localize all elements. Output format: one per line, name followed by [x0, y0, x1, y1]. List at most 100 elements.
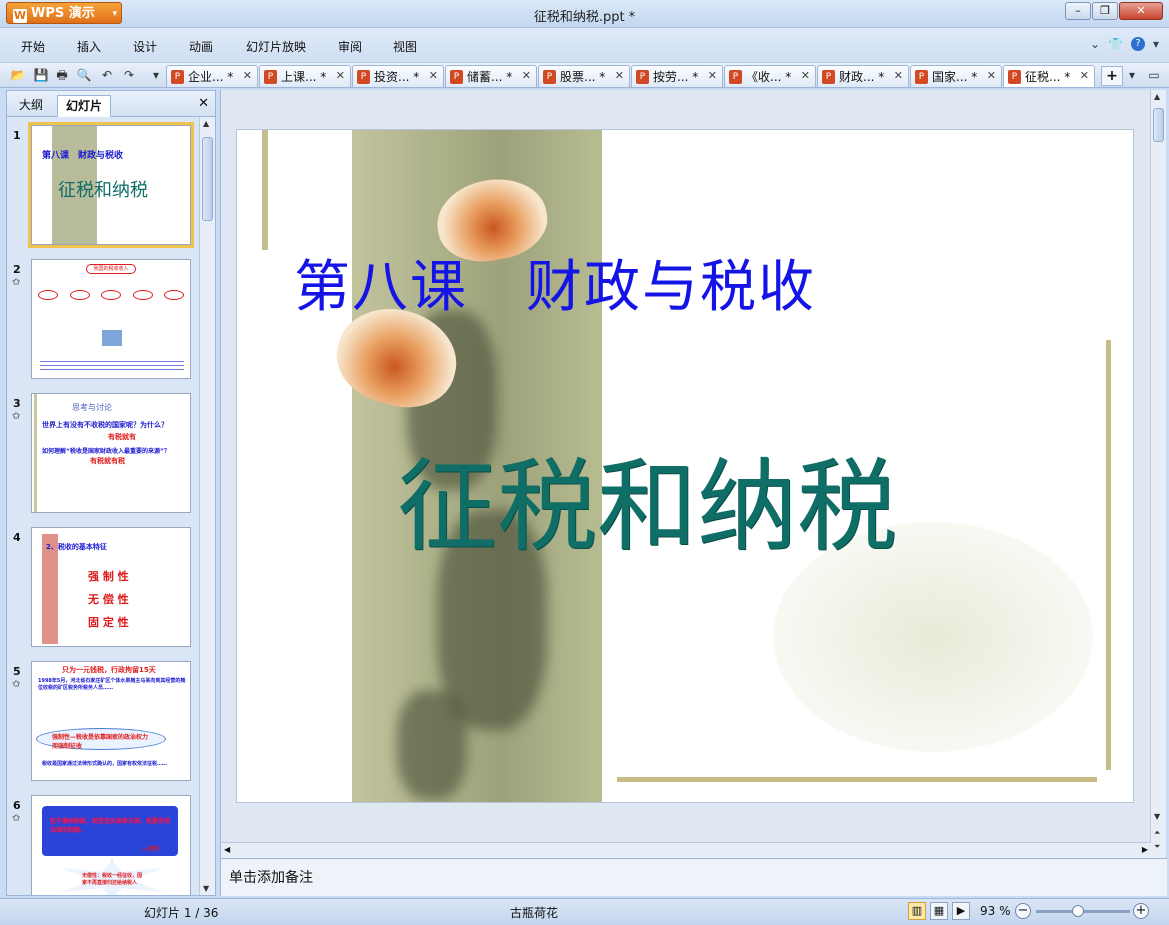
- close-icon[interactable]: ✕: [708, 69, 717, 82]
- presentation-icon: P: [543, 69, 556, 84]
- scroll-right-icon[interactable]: ▶: [1142, 845, 1148, 854]
- presentation-icon: P: [357, 69, 370, 84]
- scroll-up-icon[interactable]: ▲: [1154, 92, 1160, 101]
- close-icon[interactable]: ✕: [198, 96, 209, 111]
- customize-toolbar-icon[interactable]: ▾: [148, 67, 164, 83]
- previous-slide-icon[interactable]: ⏶: [1154, 828, 1160, 838]
- doc-tab[interactable]: P 财政... * ✕: [817, 65, 909, 87]
- doc-tab[interactable]: P 投资... * ✕: [352, 65, 444, 87]
- slide-thumbnail[interactable]: 第八课 财政与税收 征税和纳税: [28, 122, 194, 248]
- menu-view[interactable]: 视图: [393, 38, 417, 55]
- normal-view-icon[interactable]: ▥: [908, 902, 926, 920]
- slideshow-view-icon[interactable]: ▶: [952, 902, 970, 920]
- editor-vertical-scrollbar[interactable]: ▲ ▼ ⏶ ⏷: [1150, 90, 1166, 858]
- minimize-button[interactable]: –: [1065, 2, 1091, 20]
- next-slide-icon[interactable]: ⏷: [1154, 842, 1160, 852]
- editor-horizontal-scrollbar[interactable]: ◀ ▶: [221, 842, 1151, 858]
- animation-star-icon: ✩: [12, 411, 21, 422]
- notes-area[interactable]: 单击添加备注: [221, 858, 1167, 896]
- slide-subtitle[interactable]: 第八课 财政与税收: [294, 242, 816, 323]
- menu-home[interactable]: 开始: [21, 38, 45, 55]
- scroll-up-icon[interactable]: ▲: [203, 119, 209, 128]
- current-slide[interactable]: 第八课 财政与税收 征税和纳税: [237, 130, 1133, 802]
- doc-tab[interactable]: P 股票... * ✕: [538, 65, 630, 87]
- vine-decoration: [262, 130, 268, 250]
- slide-thumbnail-row[interactable]: 5 ✩ 只为一元钱税，行政拘留15天 1998年5月，河北省石家庄矿区个体水果摊…: [7, 661, 199, 787]
- status-bar: 幻灯片 1 / 36 古瓶荷花 ▥ ▦ ▶ 93 % − +: [0, 898, 1169, 925]
- slide-thumbnail[interactable]: 我国的税收收入: [31, 259, 191, 379]
- tab-list-chevron-icon[interactable]: ▾: [1124, 67, 1140, 83]
- doc-tab[interactable]: P 企业... * ✕: [166, 65, 258, 87]
- close-icon[interactable]: ✕: [243, 69, 252, 82]
- menu-insert[interactable]: 插入: [77, 38, 101, 55]
- zoom-slider-handle[interactable]: [1072, 905, 1084, 917]
- slide-thumbnail-row[interactable]: 3 ✩ 思考与讨论 世界上有没有不收税的国家呢？为什么？ 有税就有 如何理解“税…: [7, 393, 199, 519]
- zoom-out-button[interactable]: −: [1015, 903, 1031, 919]
- save-icon[interactable]: 💾: [33, 67, 49, 83]
- slide-thumbnail[interactable]: 思考与讨论 世界上有没有不收税的国家呢？为什么？ 有税就有 如何理解“税收是国家…: [31, 393, 191, 513]
- presentation-icon: P: [636, 69, 649, 84]
- close-icon[interactable]: ✕: [522, 69, 531, 82]
- doc-tab[interactable]: P 上课... * ✕: [259, 65, 351, 87]
- presentation-icon: P: [822, 69, 835, 84]
- zoom-in-button[interactable]: +: [1133, 903, 1149, 919]
- scroll-down-icon[interactable]: ▼: [203, 884, 209, 893]
- slide-thumbnail-row[interactable]: 6 ✩ 拒不缴纳税款，就是违反国家法律，就要受到法律的制裁。 —列宁 无偿性：税…: [7, 795, 199, 895]
- close-icon[interactable]: ✕: [429, 69, 438, 82]
- slide-thumbnail[interactable]: 2、税收的基本特征 强 制 性 无 偿 性 固 定 性: [31, 527, 191, 647]
- doc-tab[interactable]: P 储蓄... * ✕: [445, 65, 537, 87]
- slides-pane-scrollbar[interactable]: ▲ ▼: [199, 117, 215, 895]
- slide-counter: 幻灯片 1 / 36: [144, 906, 219, 920]
- redo-icon[interactable]: ↷: [121, 67, 137, 83]
- undo-icon[interactable]: ↶: [99, 67, 115, 83]
- presentation-icon: P: [450, 69, 463, 84]
- scroll-thumb[interactable]: [1153, 108, 1164, 142]
- animation-star-icon: ✩: [12, 679, 21, 690]
- window-title: 征税和纳税.ppt *: [533, 10, 636, 25]
- slides-pane: 大纲 幻灯片 ✕ 1 第八课 财政与税收 征税和纳税 2 ✩ 我国的税收收入 3…: [6, 90, 216, 896]
- print-preview-icon[interactable]: 🔍: [76, 67, 92, 83]
- close-icon[interactable]: ✕: [615, 69, 624, 82]
- skin-icon[interactable]: 👕: [1108, 37, 1123, 51]
- scroll-left-icon[interactable]: ◀: [224, 845, 230, 854]
- help-icon[interactable]: ?: [1130, 37, 1145, 51]
- open-icon[interactable]: 📂: [10, 67, 26, 83]
- slide-editor: 第八课 财政与税收 征税和纳税 ▲ ▼ ⏶ ⏷ ◀ ▶ 单击添加备注: [220, 90, 1167, 896]
- menu-design[interactable]: 设计: [133, 38, 157, 55]
- new-tab-button[interactable]: +: [1101, 66, 1123, 86]
- scroll-thumb[interactable]: [202, 137, 213, 221]
- menu-animation[interactable]: 动画: [189, 38, 213, 55]
- presentation-icon: P: [729, 69, 742, 84]
- document-tab-bar: 📂 💾 🖶 🔍 ↶ ↷ ▾ P 企业... * ✕ P 上课... * ✕ P 投资...…: [0, 62, 1169, 88]
- close-icon[interactable]: ✕: [336, 69, 345, 82]
- close-icon[interactable]: ✕: [987, 69, 996, 82]
- close-icon[interactable]: ✕: [801, 69, 810, 82]
- restore-button[interactable]: ❐: [1092, 2, 1118, 20]
- doc-tab[interactable]: P 按劳... * ✕: [631, 65, 723, 87]
- slide-title[interactable]: 征税和纳税: [397, 425, 897, 570]
- slide-thumbnail-row[interactable]: 4 2、税收的基本特征 强 制 性 无 偿 性 固 定 性: [7, 527, 199, 653]
- slide-thumbnail-row[interactable]: 1 第八课 财政与税收 征税和纳税: [7, 122, 199, 251]
- slide-thumbnail[interactable]: 只为一元钱税，行政拘留15天 1998年5月，河北省石家庄矿区个体水果摊主马某向…: [31, 661, 191, 781]
- close-icon[interactable]: ✕: [894, 69, 903, 82]
- doc-tab[interactable]: P 国家... * ✕: [910, 65, 1002, 87]
- doc-tab[interactable]: P 《收... * ✕: [724, 65, 816, 87]
- slide-thumbnail[interactable]: 拒不缴纳税款，就是违反国家法律，就要受到法律的制裁。 —列宁 无偿性：税收一经征…: [31, 795, 191, 895]
- title-bar: W WPS 演示 ▾ 征税和纳税.ppt * – ❐ ✕: [0, 0, 1169, 28]
- presentation-icon: P: [264, 69, 277, 84]
- tab-slides[interactable]: 幻灯片: [57, 95, 112, 117]
- print-icon[interactable]: 🖶: [54, 67, 70, 83]
- slide-thumbnail-row[interactable]: 2 ✩ 我国的税收收入: [7, 259, 199, 385]
- window-layout-icon[interactable]: ▭: [1146, 67, 1162, 83]
- vine-decoration: [617, 777, 1097, 782]
- tab-outline[interactable]: 大纲: [11, 95, 51, 117]
- menu-slideshow[interactable]: 幻灯片放映: [246, 38, 306, 55]
- scroll-down-icon[interactable]: ▼: [1154, 812, 1160, 821]
- collapse-ribbon-icon[interactable]: ⌄: [1090, 37, 1100, 51]
- close-icon[interactable]: ✕: [1080, 69, 1089, 82]
- menu-review[interactable]: 审阅: [338, 38, 362, 55]
- close-button[interactable]: ✕: [1119, 2, 1163, 20]
- slide-sorter-view-icon[interactable]: ▦: [930, 902, 948, 920]
- chevron-down-icon[interactable]: ▾: [1153, 37, 1159, 51]
- doc-tab-active[interactable]: P 征税... * ✕: [1003, 65, 1095, 87]
